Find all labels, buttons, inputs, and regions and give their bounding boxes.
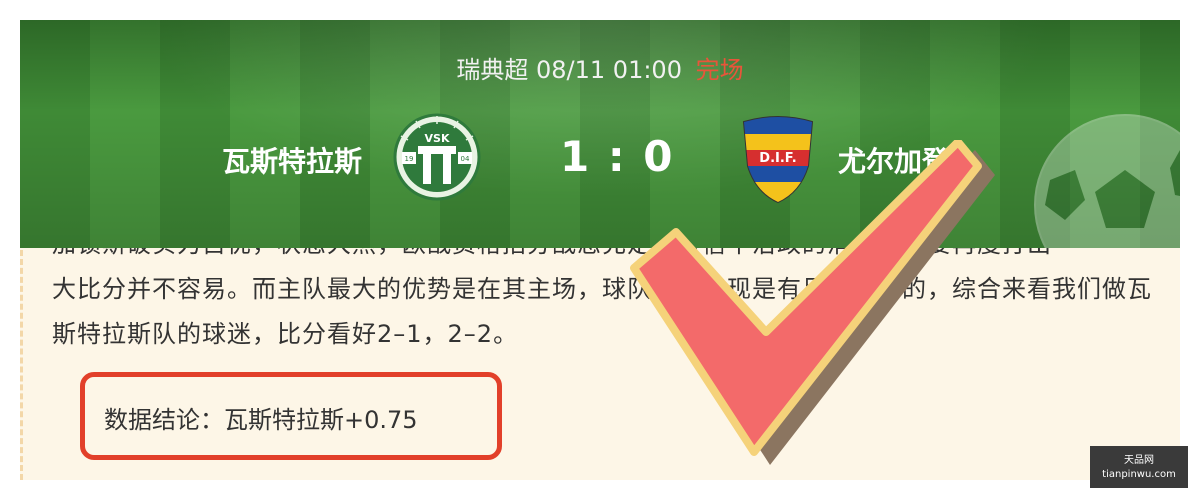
vasteras-sk-crest-icon[interactable]: VSK 19 04	[392, 112, 482, 206]
article-line-2: 大比分并不容易。而主队最大的优势是在其主场，球队主场表现是有足够实力的，综合来看…	[52, 275, 1152, 303]
match-header: 瑞典超 08/11 01:00 完场 瓦斯特拉斯 VSK 19 04 1 : 0	[20, 20, 1180, 248]
soccer-ball-icon	[1030, 110, 1180, 248]
article-dashed-border	[20, 250, 23, 480]
article-line-3: 斯特拉斯队的球迷，比分看好2–1，2–2。	[52, 320, 519, 348]
svg-text:VSK: VSK	[425, 132, 450, 145]
svg-text:04: 04	[461, 155, 470, 163]
site-watermark: 天品网 tianpinwu.com	[1090, 446, 1188, 488]
match-status: 完场	[695, 56, 744, 84]
watermark-line-1: 天品网	[1124, 455, 1154, 466]
svg-text:19: 19	[405, 155, 414, 163]
match-meta: 瑞典超 08/11 01:00 完场	[20, 50, 1180, 85]
check-mark-icon	[620, 138, 1000, 484]
match-datetime: 08/11 01:00	[536, 56, 682, 84]
watermark-line-2: tianpinwu.com	[1102, 469, 1176, 480]
home-team-name[interactable]: 瓦斯特拉斯	[222, 140, 362, 180]
conclusion-text: 数据结论：瓦斯特拉斯+0.75	[104, 406, 418, 434]
league-name: 瑞典超	[456, 56, 529, 84]
